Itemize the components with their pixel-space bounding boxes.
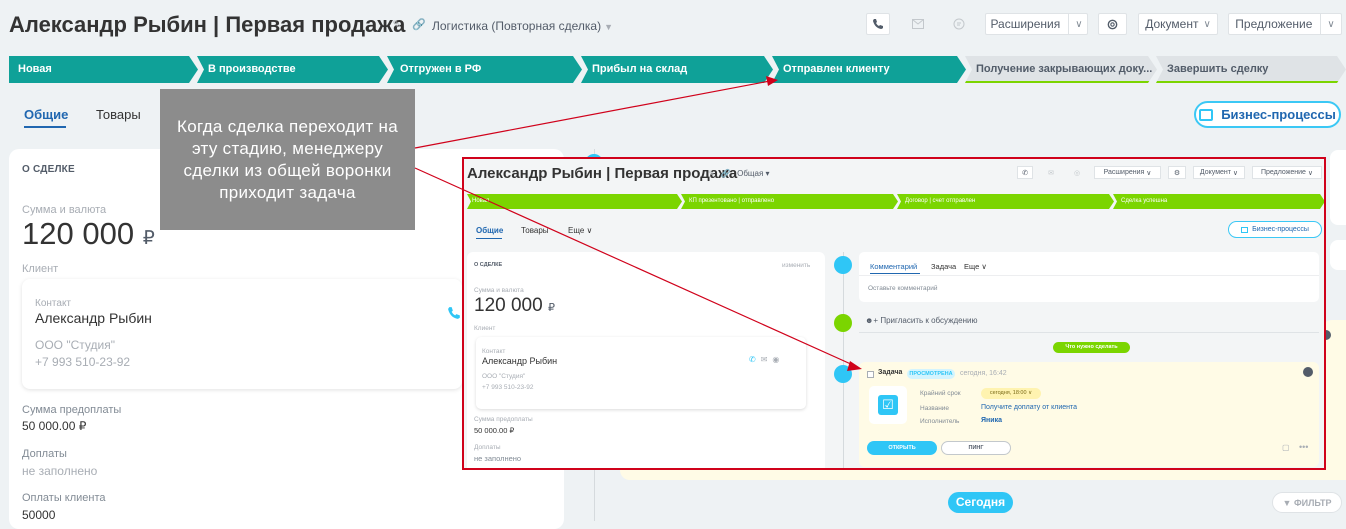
arrowhead-icon [847,361,862,371]
arrowhead-icon [766,76,778,86]
annotation-arrows [414,76,862,371]
arrow-to-stage [414,80,771,149]
arrow-to-task [414,167,854,366]
